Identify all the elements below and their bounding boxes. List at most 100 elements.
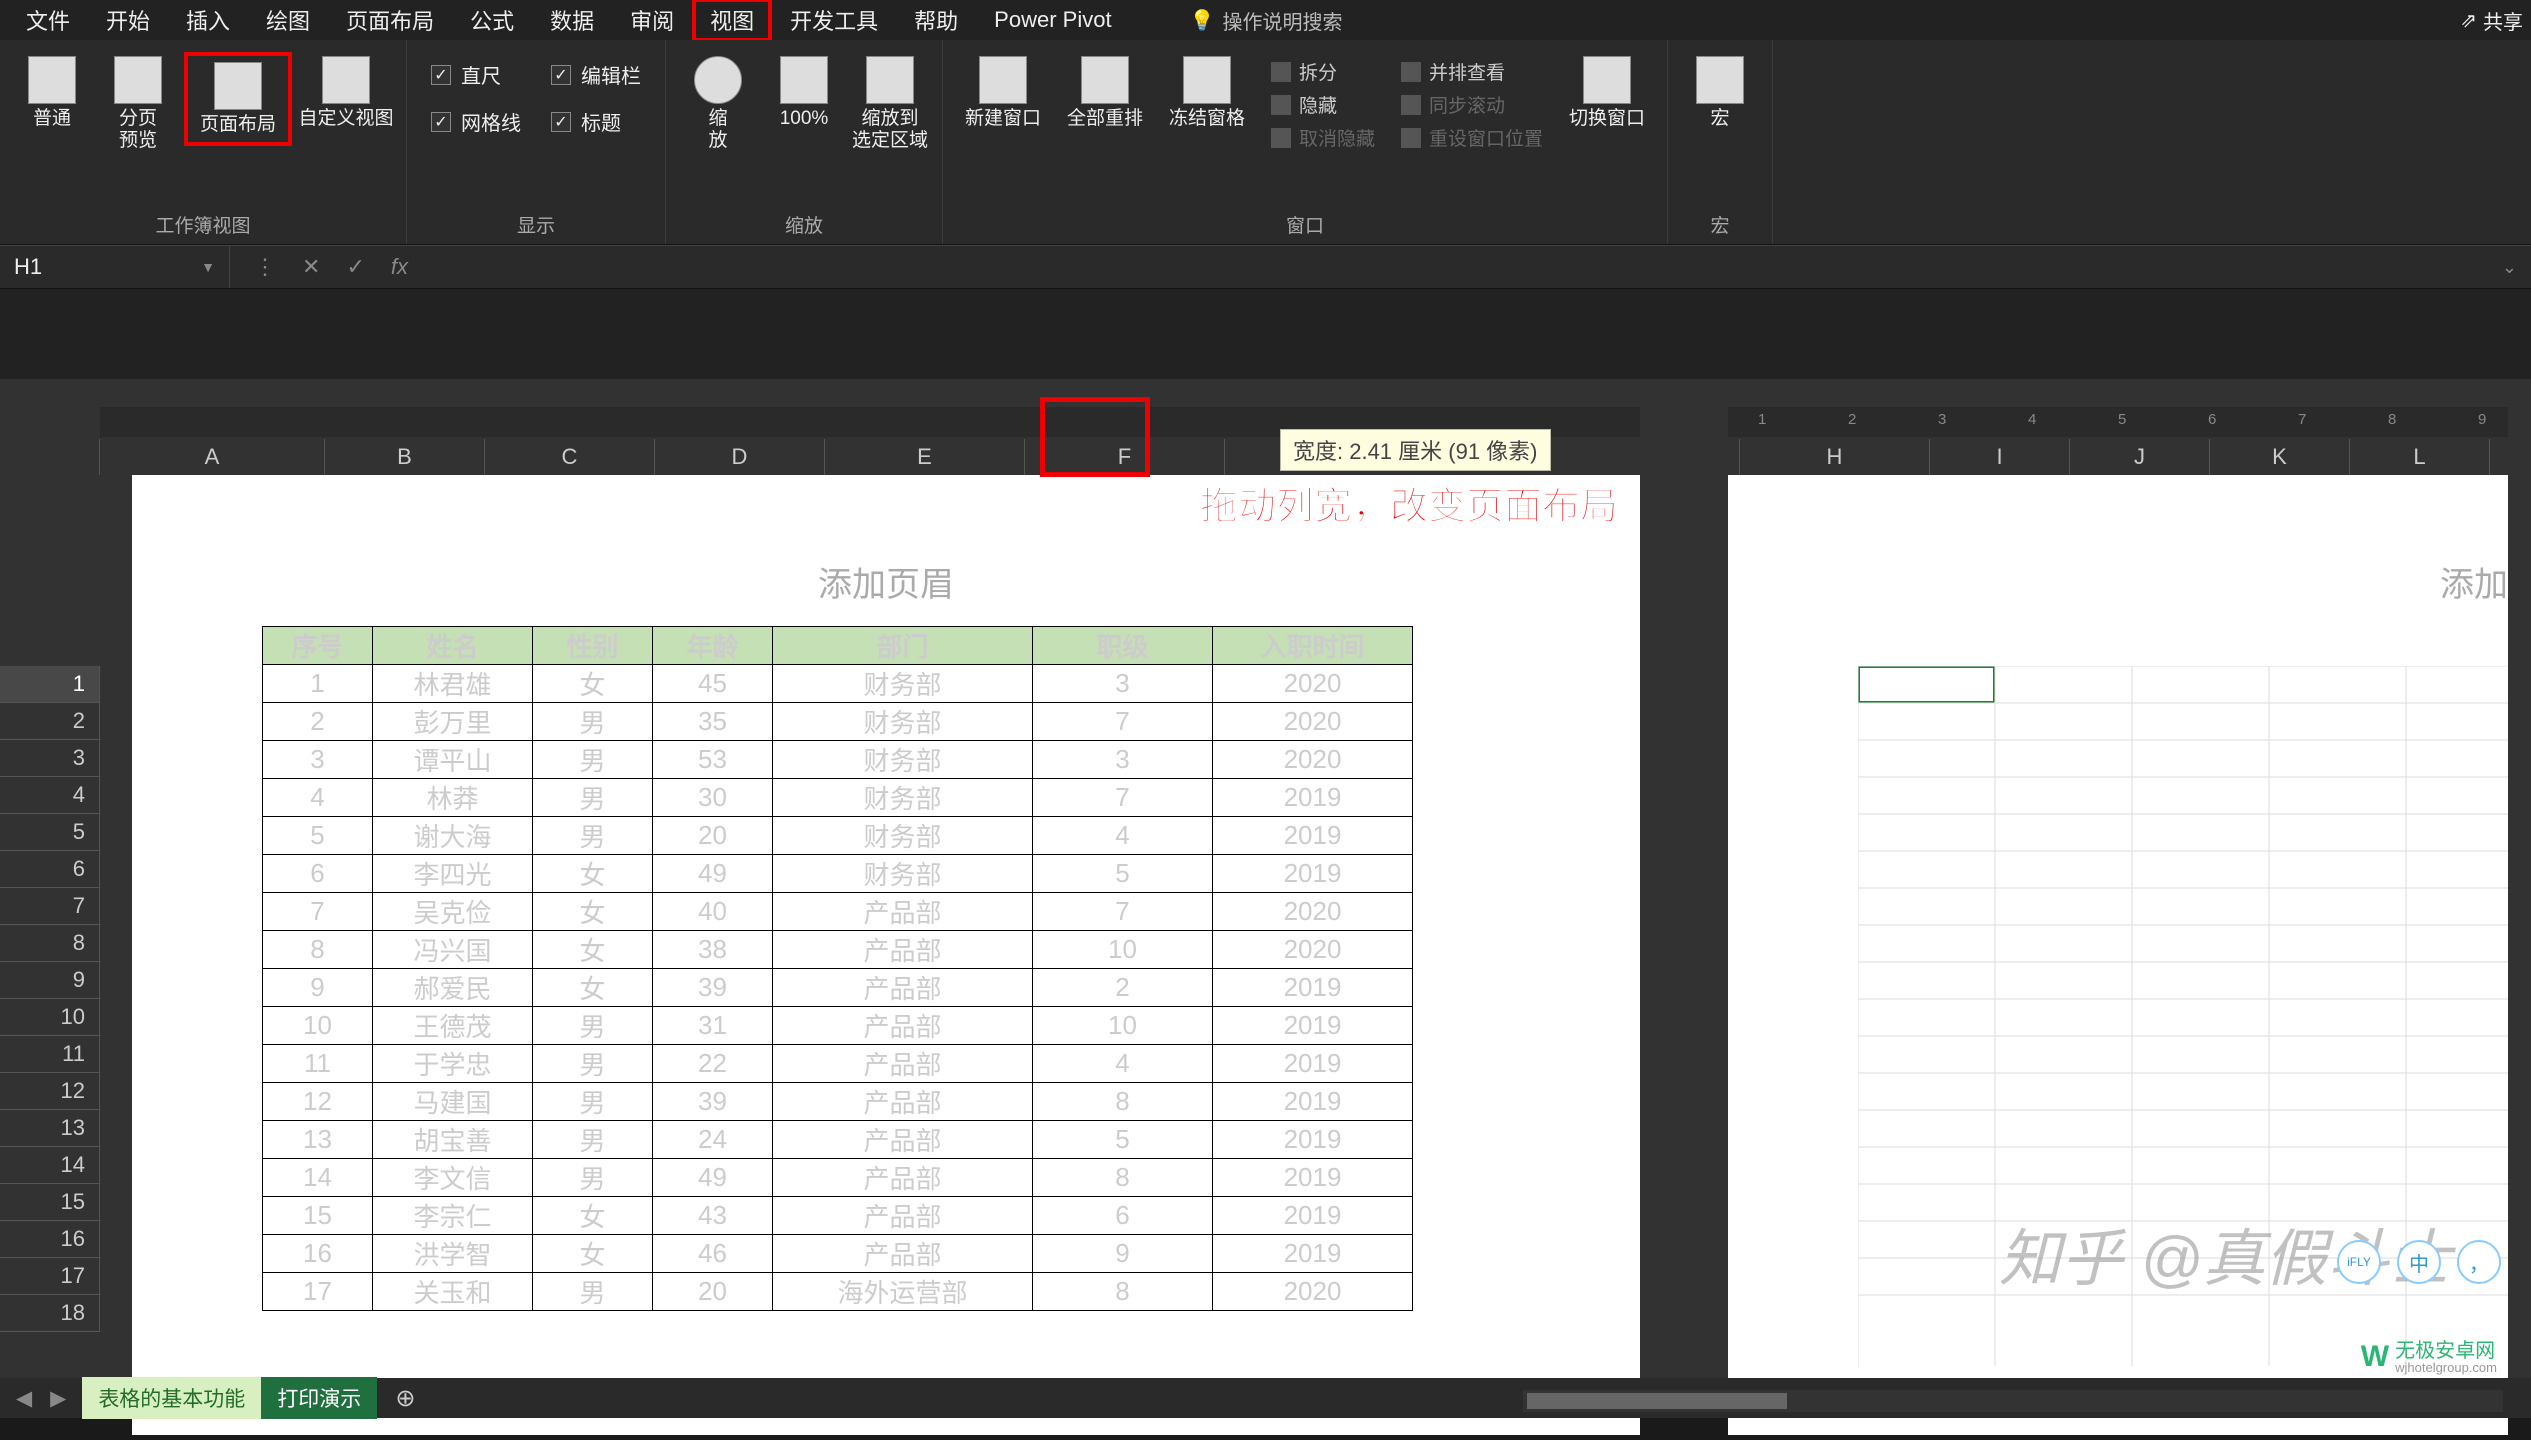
tab-nav[interactable]: ◀▶ (0, 1386, 82, 1411)
col-header[interactable]: I (1930, 439, 2070, 475)
table-cell[interactable]: 4 (1033, 1045, 1213, 1083)
table-cell[interactable]: 2020 (1213, 931, 1413, 969)
row-header[interactable]: 6 (0, 851, 100, 888)
table-cell[interactable]: 男 (533, 741, 653, 779)
table-cell[interactable]: 2019 (1213, 969, 1413, 1007)
next-tab-icon[interactable]: ▶ (50, 1386, 66, 1411)
table-row[interactable]: 8冯兴国女38产品部102020 (263, 931, 1413, 969)
zoom-100-button[interactable]: 100% (764, 52, 844, 134)
table-cell[interactable]: 4 (263, 779, 373, 817)
table-header[interactable]: 职级 (1033, 627, 1213, 665)
add-sheet-button[interactable]: ⊕ (377, 1384, 433, 1413)
table-cell[interactable]: 20 (653, 817, 773, 855)
table-row[interactable]: 14李文信男49产品部82019 (263, 1159, 1413, 1197)
col-header[interactable]: E (825, 439, 1025, 475)
row-header[interactable]: 14 (0, 1147, 100, 1184)
table-cell[interactable]: 男 (533, 1121, 653, 1159)
row-header[interactable]: 5 (0, 814, 100, 851)
chk-formulabar[interactable]: ✓编辑栏 (551, 60, 641, 89)
table-cell[interactable]: 45 (653, 665, 773, 703)
formula-cancel-icon[interactable]: ✕ (302, 254, 320, 280)
table-cell[interactable]: 财务部 (773, 665, 1033, 703)
expand-formula-icon[interactable]: ⌄ (2488, 257, 2531, 278)
table-row[interactable]: 9郝爱民女39产品部22019 (263, 969, 1413, 1007)
table-cell[interactable]: 35 (653, 703, 773, 741)
formula-accept-icon[interactable]: ✓ (346, 254, 364, 280)
table-cell[interactable]: 10 (263, 1007, 373, 1045)
table-cell[interactable]: 8 (1033, 1273, 1213, 1311)
table-cell[interactable]: 男 (533, 779, 653, 817)
ruler-right[interactable]: 1 2 3 4 5 6 7 8 9 (1728, 407, 2508, 437)
split-button[interactable]: 拆分 (1271, 58, 1375, 85)
table-row[interactable]: 17关玉和男20海外运营部82020 (263, 1273, 1413, 1311)
row-header[interactable]: 17 (0, 1258, 100, 1295)
table-cell[interactable]: 2019 (1213, 1007, 1413, 1045)
table-cell[interactable]: 李宗仁 (373, 1197, 533, 1235)
col-header[interactable]: H (1740, 439, 1930, 475)
table-cell[interactable]: 16 (263, 1235, 373, 1273)
table-cell[interactable]: 2019 (1213, 1045, 1413, 1083)
table-cell[interactable]: 林君雄 (373, 665, 533, 703)
table-row[interactable]: 11于学忠男22产品部42019 (263, 1045, 1413, 1083)
table-cell[interactable]: 彭万里 (373, 703, 533, 741)
row-header[interactable]: 2 (0, 703, 100, 740)
table-cell[interactable]: 吴克俭 (373, 893, 533, 931)
table-cell[interactable]: 11 (263, 1045, 373, 1083)
table-cell[interactable]: 财务部 (773, 703, 1033, 741)
col-header[interactable]: A (100, 439, 325, 475)
table-row[interactable]: 2彭万里男35财务部72020 (263, 703, 1413, 741)
table-cell[interactable]: 7 (1033, 893, 1213, 931)
row-header[interactable]: 3 (0, 740, 100, 777)
table-cell[interactable]: 2019 (1213, 1083, 1413, 1121)
table-header[interactable]: 性别 (533, 627, 653, 665)
table-row[interactable]: 16洪学智女46产品部92019 (263, 1235, 1413, 1273)
new-window-button[interactable]: 新建窗口 (955, 52, 1051, 134)
table-cell[interactable]: 女 (533, 969, 653, 1007)
row-header[interactable]: 7 (0, 888, 100, 925)
horizontal-scrollbar[interactable] (1523, 1390, 2503, 1412)
table-cell[interactable]: 胡宝善 (373, 1121, 533, 1159)
row-header[interactable]: 8 (0, 925, 100, 962)
row-header[interactable]: 15 (0, 1184, 100, 1221)
menu-dev[interactable]: 开发工具 (772, 0, 896, 42)
table-cell[interactable]: 1 (263, 665, 373, 703)
table-cell[interactable]: 2019 (1213, 779, 1413, 817)
table-cell[interactable]: 40 (653, 893, 773, 931)
table-cell[interactable]: 林莽 (373, 779, 533, 817)
table-cell[interactable]: 产品部 (773, 1235, 1033, 1273)
share-button[interactable]: ⇗共享 (2460, 6, 2523, 35)
table-cell[interactable]: 女 (533, 1197, 653, 1235)
table-row[interactable]: 4林莽男30财务部72019 (263, 779, 1413, 817)
menu-draw[interactable]: 绘图 (248, 0, 328, 42)
row-header[interactable]: 1 (0, 666, 100, 703)
chk-ruler[interactable]: ✓直尺 (431, 60, 521, 89)
name-box[interactable]: H1▼ (0, 246, 230, 288)
table-cell[interactable]: 女 (533, 665, 653, 703)
table-cell[interactable]: 2019 (1213, 1197, 1413, 1235)
table-cell[interactable]: 男 (533, 1273, 653, 1311)
table-header[interactable]: 入职时间 (1213, 627, 1413, 665)
table-cell[interactable]: 10 (1033, 1007, 1213, 1045)
tell-me[interactable]: 💡操作说明搜索 (1190, 6, 1343, 35)
col-header[interactable]: J (2070, 439, 2210, 475)
table-cell[interactable]: 3 (263, 741, 373, 779)
table-cell[interactable]: 2020 (1213, 665, 1413, 703)
table-header[interactable]: 部门 (773, 627, 1033, 665)
hide-button[interactable]: 隐藏 (1271, 91, 1375, 118)
arrange-button[interactable]: 全部重排 (1057, 52, 1153, 134)
table-cell[interactable]: 9 (1033, 1235, 1213, 1273)
table-cell[interactable]: 39 (653, 969, 773, 1007)
row-header[interactable]: 13 (0, 1110, 100, 1147)
page-left[interactable]: 添加页眉 序号姓名性别年龄部门职级入职时间 1林君雄女45财务部320202彭万… (132, 475, 1640, 1435)
table-cell[interactable]: 3 (1033, 741, 1213, 779)
table-cell[interactable]: 男 (533, 703, 653, 741)
table-cell[interactable]: 2 (263, 703, 373, 741)
table-cell[interactable]: 9 (263, 969, 373, 1007)
ime-button[interactable]: 中 (2397, 1240, 2441, 1284)
col-header[interactable]: L (2350, 439, 2490, 475)
table-cell[interactable]: 8 (1033, 1083, 1213, 1121)
table-row[interactable]: 3谭平山男53财务部32020 (263, 741, 1413, 779)
table-cell[interactable]: 2019 (1213, 817, 1413, 855)
sidebyside-button[interactable]: 并排查看 (1401, 58, 1543, 85)
table-row[interactable]: 13胡宝善男24产品部52019 (263, 1121, 1413, 1159)
